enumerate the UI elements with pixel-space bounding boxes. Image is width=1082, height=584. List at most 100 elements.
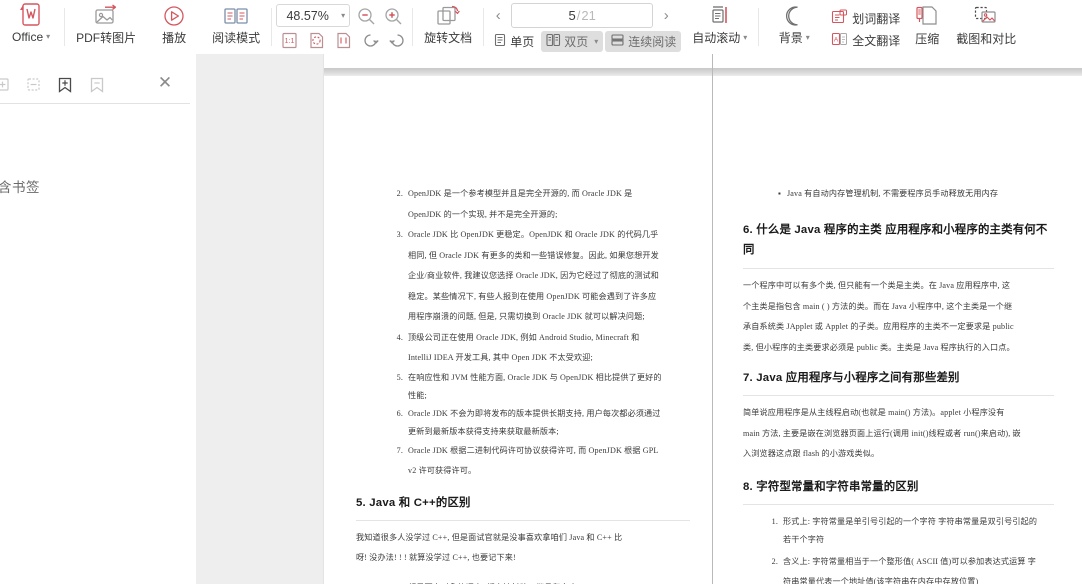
background-button[interactable]: 背景 ▾ — [763, 0, 825, 54]
list-item: 6. Oracle JDK 不会为即将发布的版本提供长期支持, 用户每次都必须通… — [386, 405, 690, 441]
zoom-out-button[interactable] — [355, 6, 377, 26]
office-label: Office — [12, 30, 44, 44]
background-label: 背景 — [778, 31, 803, 45]
fit-width-button[interactable] — [332, 30, 354, 50]
heading-rule — [356, 519, 690, 521]
bookmark-empty-message: 包含书签 — [0, 180, 40, 195]
list-item-line: v2 许可获得许可。 — [408, 466, 477, 475]
double-page-button[interactable]: 双页 ▾ — [541, 31, 604, 52]
actual-size-button[interactable]: 1:1 — [278, 30, 300, 50]
office-group: Office ▾ — [0, 0, 60, 54]
single-page-label: 单页 — [510, 35, 535, 49]
single-page-icon — [493, 33, 507, 50]
compress-button[interactable]: 压缩 — [906, 0, 948, 54]
bullet-list-left: ▪ 都是面向对象的语言, 都支持封装、继承和多态 ▪ Java 不提供指针来直接… — [386, 578, 690, 584]
paragraph-line: 一个程序中可以有多个类, 但只能有一个类是主类。在 Java 应用程序中, 这 — [743, 281, 1011, 290]
list-item: 3. Oracle JDK 比 OpenJDK 更稳定。OpenJDK 和 Or… — [386, 225, 690, 328]
rotate-clockwise-button[interactable] — [359, 30, 381, 50]
list-item-line: 更新到最新版本获得支持来获取最新版本; — [408, 426, 559, 436]
section-heading-7-text: 7. Java 应用程序与小程序之间有那些差别 — [743, 372, 960, 384]
list-item: 4. 顶级公司正在使用 Oracle JDK, 例如 Android Studi… — [386, 328, 690, 369]
page-top-shadow — [324, 68, 712, 76]
toolbar-divider — [483, 8, 485, 46]
play-label: 播放 — [162, 31, 187, 45]
list-item-number: 2. — [771, 556, 778, 566]
add-bookmark-button[interactable] — [56, 76, 74, 97]
continuous-read-button[interactable]: 连续阅读 — [605, 31, 682, 52]
list-item: 1. 形式上: 字符常量是单引号引起的一个字符 字符串常量是双引号引起的 若干个… — [761, 513, 1054, 549]
office-menu-button[interactable]: Office ▾ — [4, 0, 56, 54]
rotate-document-label: 旋转文档 — [424, 31, 473, 45]
screenshot-compare-button[interactable]: 截图和对比 — [948, 0, 1024, 54]
bullet-icon: ▪ — [386, 578, 408, 584]
image-export-icon — [93, 3, 119, 29]
paragraph-line: 承自系统类 JApplet 或 Applet 的子类。应用程序的主类不一定要求是… — [743, 322, 1014, 331]
chevron-down-icon: ▾ — [743, 33, 748, 42]
list-item-line: OpenJDK 是一个参考模型并且是完全开源的, 而 Oracle JDK 是 — [408, 189, 633, 198]
main-toolbar: Office ▾ PDF转图片 播放 阅读模式 48.57% ▾ 1:1 旋转文… — [0, 0, 1082, 55]
reading-mode-button[interactable]: 阅读模式 — [205, 0, 267, 54]
page-number-input[interactable]: 5 /21 — [511, 3, 654, 28]
word-translate-label: 划词翻译 — [852, 11, 901, 26]
section-heading-6: 6. 什么是 Java 程序的主类 应用程序和小程序的主类有何不同 — [743, 220, 1054, 260]
pdf-page-right-content: ▪ Java 有自动内存管理机制, 不需要程序员手动释放无用内存 6. 什么是 … — [713, 76, 1082, 584]
close-sidebar-button[interactable]: ✕ — [154, 72, 176, 94]
page-navigation-group: ‹ 5 /21 › 单页 双页 ▾ 连续阅读 — [488, 0, 682, 54]
document-viewport[interactable]: 2. OpenJDK 是一个参考模型并且是完全开源的, 而 Oracle JDK… — [196, 54, 1082, 584]
zoom-group: 48.57% ▾ 1:1 — [276, 0, 408, 54]
screenshot-compare-icon — [972, 3, 1000, 29]
list-item-line: 在响应性和 JVM 性能方面, Oracle JDK 与 OpenJDK 相比提… — [408, 372, 662, 382]
toolbar-divider — [758, 8, 760, 46]
list-item-line: Oracle JDK 不会为即将发布的版本提供长期支持, 用户每次都必须通过 — [408, 408, 661, 418]
next-page-button[interactable]: › — [656, 5, 676, 27]
wps-office-logo-icon — [18, 2, 44, 28]
single-page-button[interactable]: 单页 — [488, 31, 539, 52]
section-heading-8: 8. 字符型常量和字符串常量的区别 — [743, 478, 1054, 496]
auto-scroll-button[interactable]: 自动滚动 ▾ — [685, 0, 754, 54]
page-separator: / — [576, 8, 581, 23]
list-item-line: 符串常量代表一个地址值(该字符串在内存中存放位置) — [783, 577, 979, 584]
collapse-all-bookmarks-button[interactable] — [25, 76, 42, 96]
list-item-line: OpenJDK 的一个实现, 并不是完全开源的; — [408, 209, 558, 219]
ordered-list-left: 2. OpenJDK 是一个参考模型并且是完全开源的, 而 Oracle JDK… — [386, 184, 690, 482]
delete-bookmark-button[interactable] — [88, 76, 106, 97]
pdf-page-left[interactable]: 2. OpenJDK 是一个参考模型并且是完全开源的, 而 Oracle JDK… — [324, 54, 712, 584]
full-translate-button[interactable]: A 全文翻译 — [829, 31, 902, 50]
play-button[interactable]: 播放 — [143, 0, 205, 54]
list-item-number: 1. — [771, 516, 778, 526]
rotate-document-button[interactable]: 旋转文档 — [417, 0, 479, 54]
paragraph-line: 个主类是指包含 main ( ) 方法的类。而在 Java 小程序中, 这个主类… — [743, 301, 1013, 311]
list-item-number: 3. — [396, 230, 403, 239]
pdf-page-right[interactable]: ▪ Java 有自动内存管理机制, 不需要程序员手动释放无用内存 6. 什么是 … — [713, 54, 1082, 584]
fit-page-button[interactable] — [305, 30, 327, 50]
list-item-line: 若干个字符 — [783, 534, 825, 544]
list-item-number: 7. — [396, 445, 403, 455]
zoom-level-select[interactable]: 48.57% ▾ — [276, 4, 351, 27]
list-item: ▪ Java 有自动内存管理机制, 不需要程序员手动释放无用内存 — [743, 184, 1054, 203]
auto-scroll-icon — [707, 3, 733, 29]
chevron-down-icon: ▾ — [594, 37, 599, 46]
continuous-read-label: 连续阅读 — [628, 35, 677, 49]
page-top-shadow — [713, 68, 1082, 76]
rotate-counterclockwise-button[interactable] — [386, 30, 408, 50]
ordered-list-right: 1. 形式上: 字符常量是单引号引起的一个字符 字符串常量是双引号引起的 若干个… — [743, 513, 1054, 584]
zoom-in-button[interactable] — [382, 6, 404, 26]
list-item: 2. OpenJDK 是一个参考模型并且是完全开源的, 而 Oracle JDK… — [386, 184, 690, 225]
list-item-line: 顶级公司正在使用 Oracle JDK, 例如 Android Studio, … — [408, 332, 640, 342]
section-heading-7: 7. Java 应用程序与小程序之间有那些差别 — [743, 369, 1054, 387]
section-heading-6-text: 6. 什么是 Java 程序的主类 应用程序和小程序的主类有何不同 — [743, 224, 1048, 256]
paragraph-line: 呀! 没办法! ! ! 就算没学过 C++, 也要记下来! — [356, 553, 516, 562]
section-heading-8-text: 8. 字符型常量和字符串常量的区别 — [743, 480, 919, 493]
previous-page-button[interactable]: ‹ — [488, 5, 508, 27]
chevron-down-icon: ▾ — [341, 11, 346, 20]
section-heading-5-text: 5. Java 和 C++的区别 — [356, 496, 471, 509]
pdf-to-image-button[interactable]: PDF转图片 — [69, 0, 143, 54]
expand-all-bookmarks-button[interactable] — [0, 76, 11, 96]
page-gutter-divider — [712, 54, 713, 584]
double-page-icon — [546, 33, 561, 50]
list-item-number: 4. — [396, 332, 403, 342]
full-translate-label: 全文翻译 — [852, 33, 901, 48]
word-translate-button[interactable]: 划词翻译 — [829, 9, 902, 28]
list-item-line: Oracle JDK 比 OpenJDK 更稳定。OpenJDK 和 Oracl… — [408, 230, 659, 239]
toolbar-divider — [271, 8, 273, 46]
